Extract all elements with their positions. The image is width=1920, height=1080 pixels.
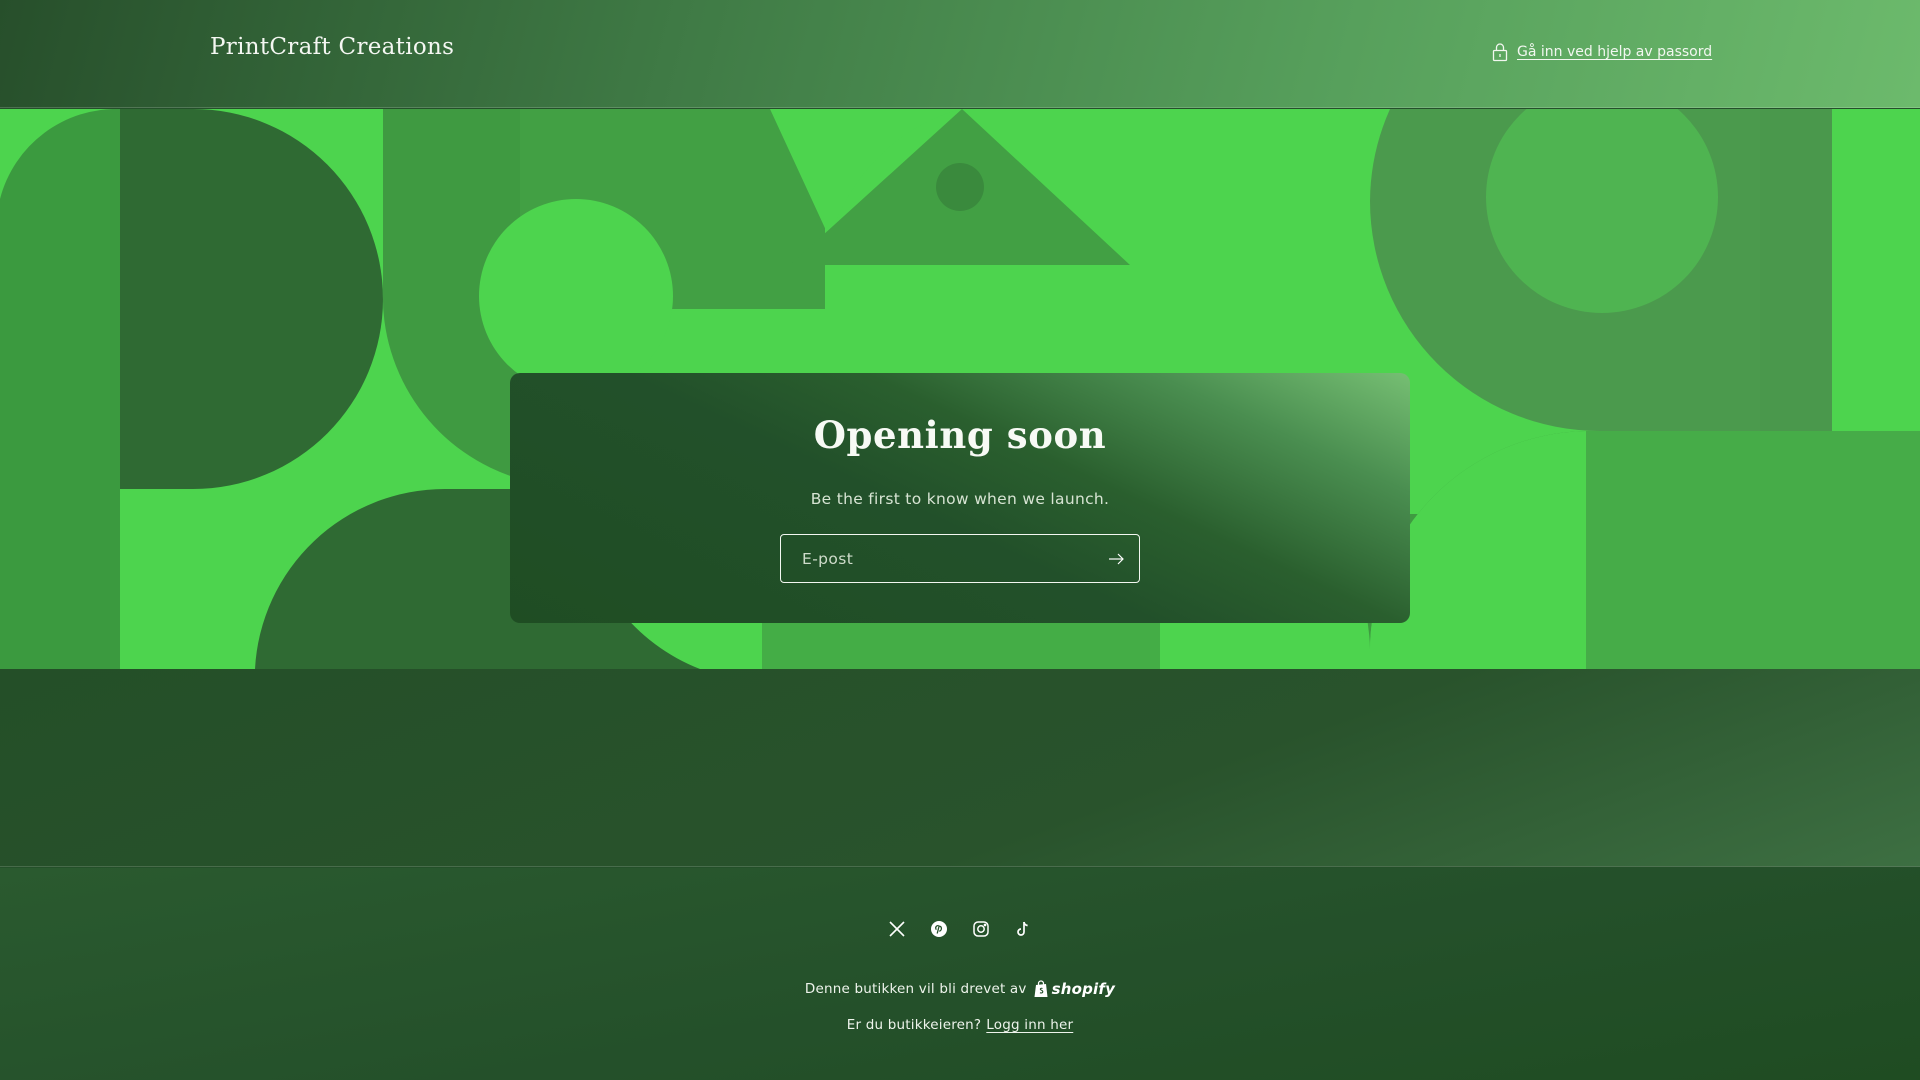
email-input[interactable] bbox=[781, 535, 1093, 582]
owner-question: Er du butikkeieren? bbox=[846, 1017, 982, 1033]
tiktok-icon bbox=[1017, 921, 1028, 936]
login-link[interactable]: Logg inn her bbox=[986, 1017, 1073, 1033]
site-header: PrintCraft Creations Gå inn ved hjelp av… bbox=[0, 0, 1920, 108]
spacer-band bbox=[0, 669, 1920, 867]
lock-icon bbox=[1492, 43, 1508, 62]
newsletter-panel: Opening soon Be the first to know when w… bbox=[510, 373, 1410, 623]
email-form bbox=[780, 534, 1140, 583]
social-links bbox=[0, 918, 1920, 940]
page-title: Opening soon bbox=[813, 413, 1107, 457]
instagram-link[interactable] bbox=[970, 918, 992, 940]
shopify-logo[interactable]: shopify bbox=[1033, 980, 1116, 998]
arrow-right-icon bbox=[1109, 553, 1124, 564]
page-subtitle: Be the first to know when we launch. bbox=[810, 490, 1110, 508]
shopify-bag-icon bbox=[1034, 980, 1048, 997]
pinterest-link[interactable] bbox=[928, 918, 950, 940]
store-name[interactable]: PrintCraft Creations bbox=[210, 34, 454, 60]
hero-banner: Opening soon Be the first to know when w… bbox=[0, 109, 1920, 669]
x-link[interactable] bbox=[886, 918, 908, 940]
password-login-link[interactable]: Gå inn ved hjelp av passord bbox=[1492, 40, 1712, 64]
powered-by-text: Denne butikken vil bli drevet av bbox=[804, 981, 1027, 997]
submit-button[interactable] bbox=[1093, 535, 1139, 582]
instagram-icon bbox=[973, 921, 989, 937]
owner-login: Er du butikkeieren? Logg inn her bbox=[0, 1017, 1920, 1033]
tiktok-link[interactable] bbox=[1012, 918, 1034, 940]
powered-by: Denne butikken vil bli drevet av shopify bbox=[0, 980, 1920, 998]
x-icon bbox=[889, 921, 905, 937]
site-footer: Denne butikken vil bli drevet av shopify… bbox=[0, 868, 1920, 1080]
password-link-label: Gå inn ved hjelp av passord bbox=[1517, 44, 1713, 60]
pinterest-icon bbox=[931, 921, 947, 937]
shopify-wordmark: shopify bbox=[1051, 980, 1116, 998]
